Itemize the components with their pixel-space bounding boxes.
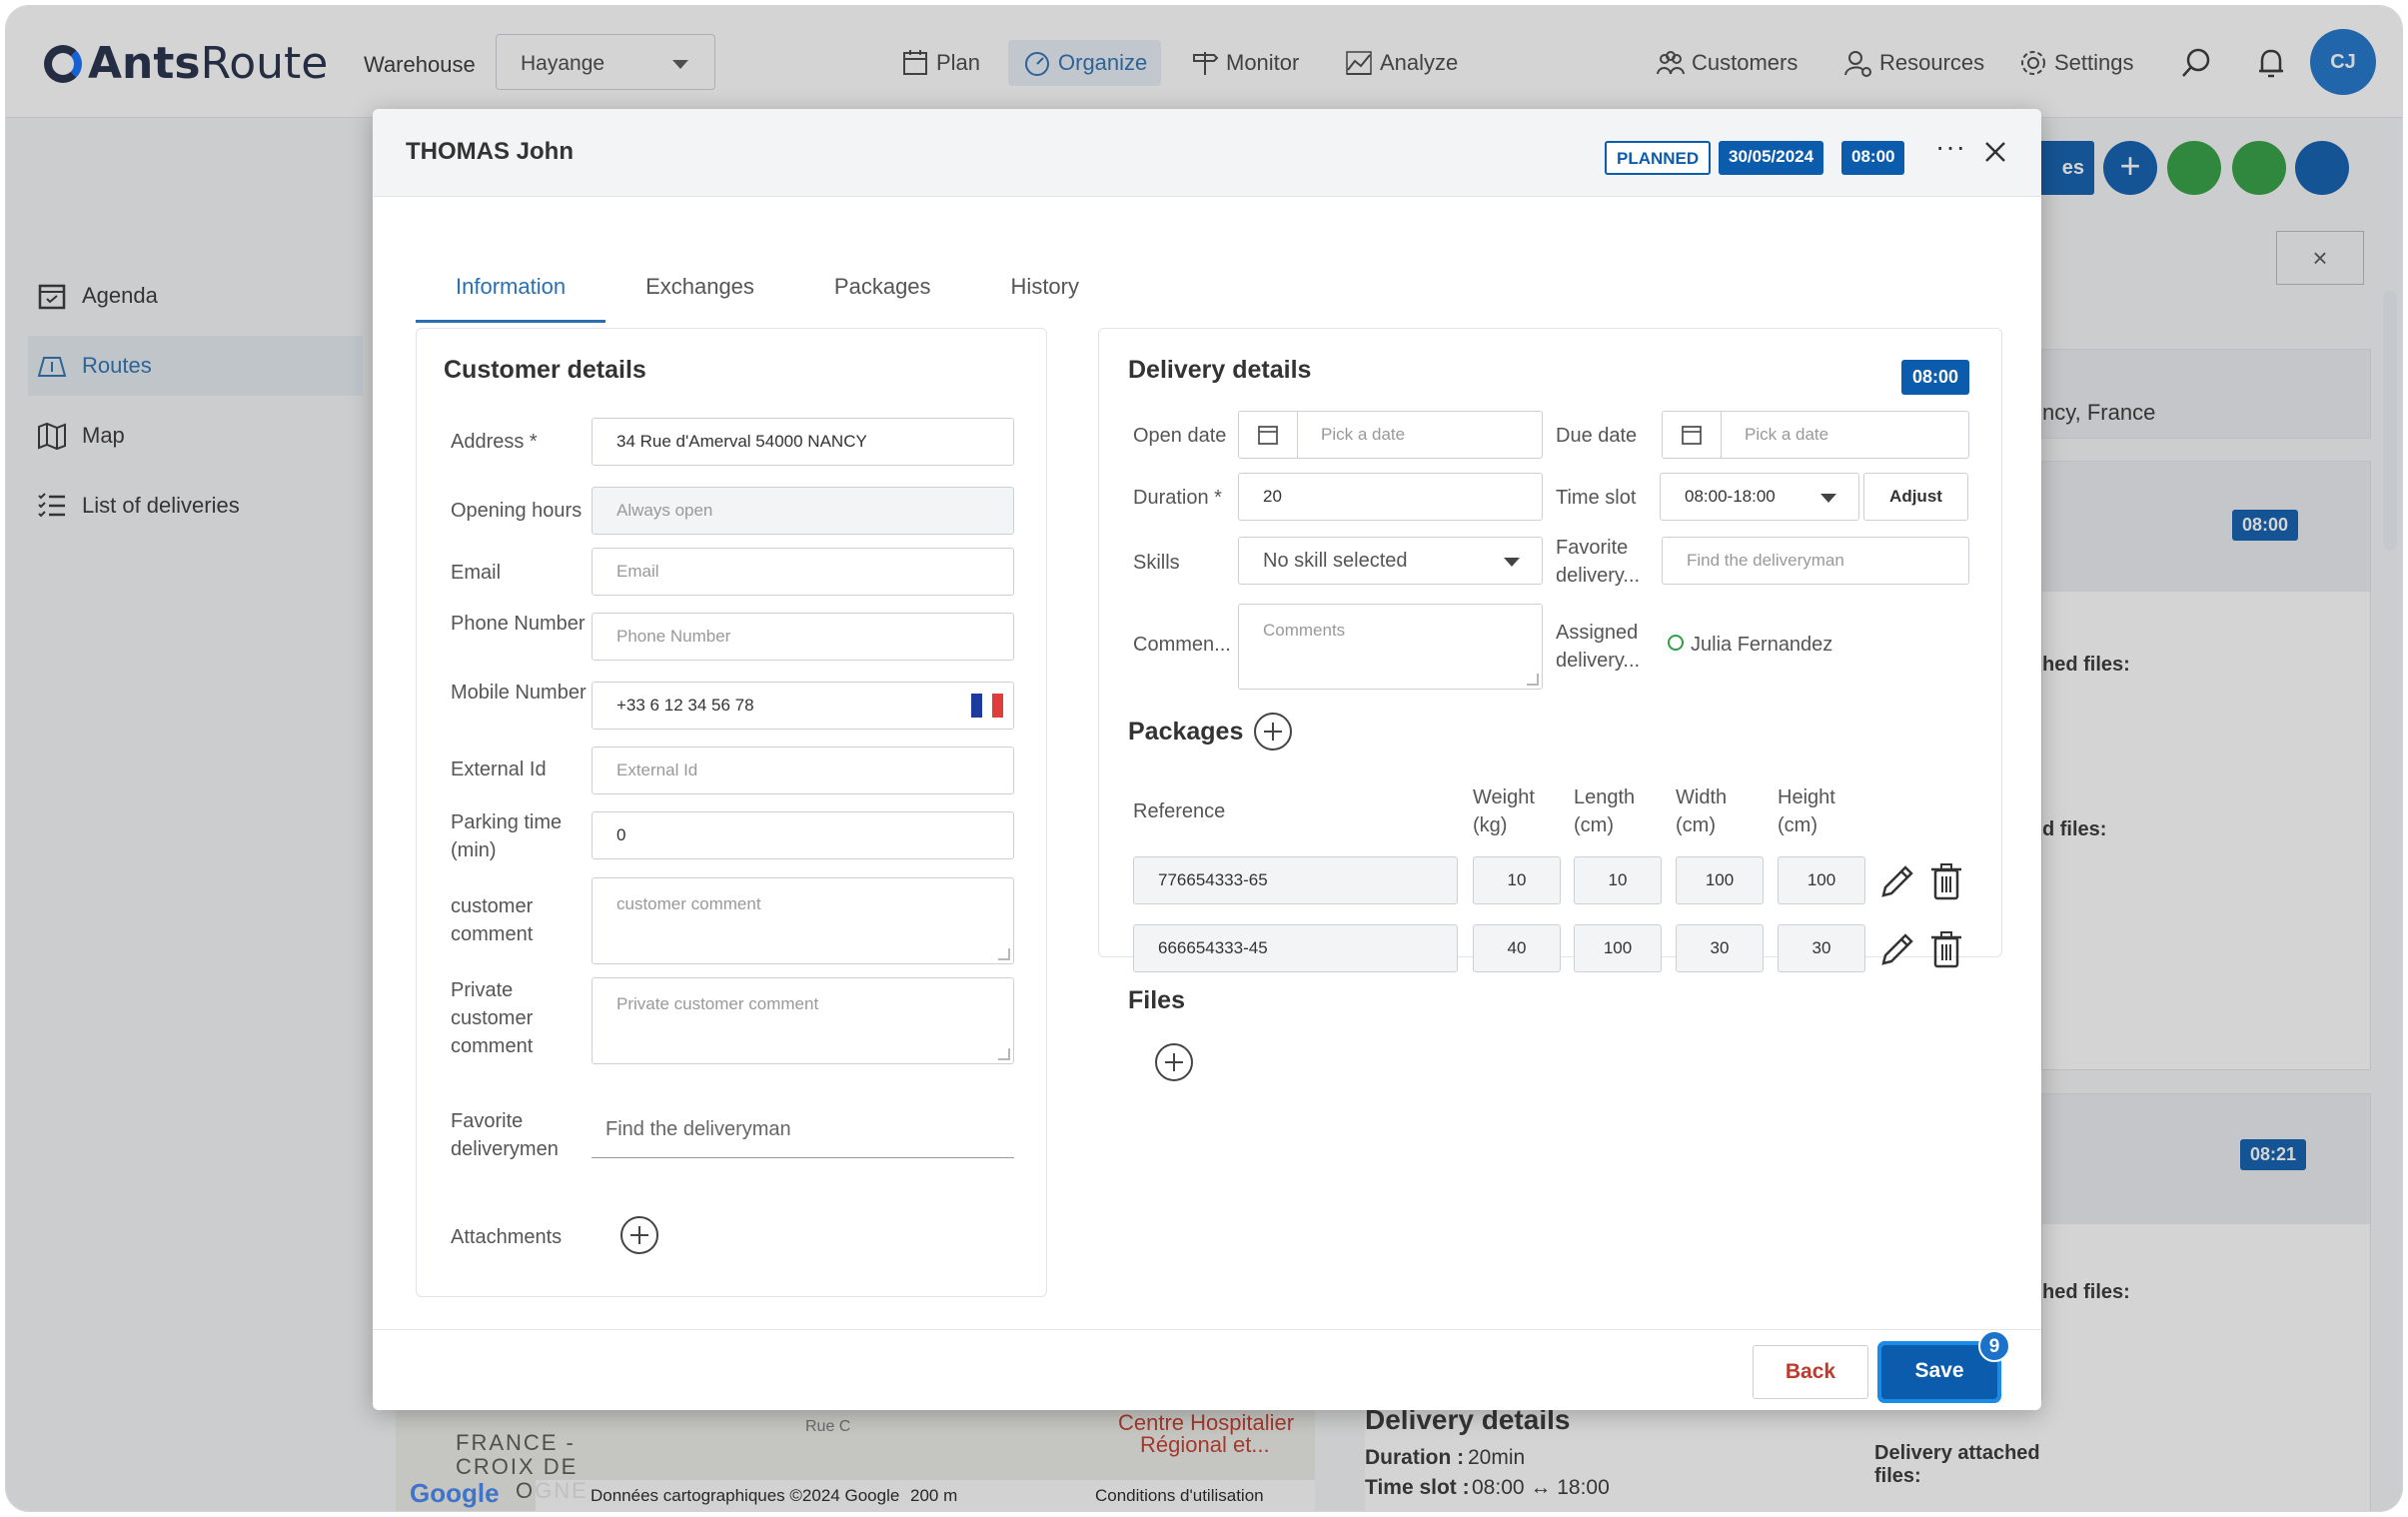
package-weight[interactable]: 40 xyxy=(1473,924,1561,972)
skills-label: Skills xyxy=(1133,552,1180,574)
time-slot-select[interactable]: 08:00-18:00 xyxy=(1660,473,1859,521)
tab-exchanges[interactable]: Exchanges xyxy=(605,257,794,323)
skills-value: No skill selected xyxy=(1263,550,1408,572)
package-reference[interactable]: 666654333-45 xyxy=(1133,924,1458,972)
trash-icon[interactable] xyxy=(1928,861,1964,901)
add-attachment-icon[interactable] xyxy=(620,1216,658,1254)
chevron-down-icon xyxy=(1820,494,1836,503)
delivery-details-card: Delivery details 08:00 Open date Pick a … xyxy=(1098,328,2002,1081)
open-date-picker[interactable]: Pick a date xyxy=(1238,411,1543,459)
package-length[interactable]: 100 xyxy=(1574,924,1662,972)
mobile-field[interactable]: +33 6 12 34 56 78 xyxy=(592,682,1014,730)
add-package-icon[interactable] xyxy=(1254,713,1292,751)
open-date-placeholder: Pick a date xyxy=(1321,425,1406,444)
chevron-down-icon xyxy=(1504,558,1520,567)
package-length[interactable]: 10 xyxy=(1574,856,1662,904)
col-weight: Weight (kg) xyxy=(1473,786,1535,836)
col-reference: Reference xyxy=(1133,800,1226,822)
online-status-icon xyxy=(1668,635,1684,651)
col-height: Height (cm) xyxy=(1778,786,1835,836)
skills-select[interactable]: No skill selected xyxy=(1238,537,1543,585)
assigned-deliveryman-label: Assigned delivery... xyxy=(1556,622,1641,672)
modal-footer-divider xyxy=(373,1329,2041,1330)
more-options-icon[interactable]: ··· xyxy=(1935,131,1966,163)
delivery-modal: THOMAS John PLANNED 30/05/2024 08:00 ···… xyxy=(373,109,2041,1410)
modal-header: THOMAS John PLANNED 30/05/2024 08:00 ··· xyxy=(373,109,2041,197)
files-title: Files xyxy=(1128,986,1185,1014)
mobile-value: +33 6 12 34 56 78 xyxy=(616,696,754,715)
favorite-deliveryman-label: Favorite delivery... xyxy=(1556,534,1661,590)
close-icon[interactable] xyxy=(1983,140,2007,164)
favorite-deliveryman-label-text: Favorite delivery... xyxy=(1556,537,1641,587)
package-reference[interactable]: 776654333-65 xyxy=(1133,856,1458,904)
private-comment-field[interactable]: Private customer comment xyxy=(592,977,1014,1064)
step-count-badge: 9 xyxy=(1978,1330,2010,1362)
add-file-icon[interactable] xyxy=(1155,1043,1193,1081)
calendar-icon xyxy=(1258,426,1278,445)
tab-information[interactable]: Information xyxy=(416,257,606,323)
favorite-deliverymen-input[interactable]: Find the deliveryman xyxy=(592,1118,1014,1158)
due-date-label: Due date xyxy=(1556,425,1638,447)
package-width[interactable]: 30 xyxy=(1676,924,1764,972)
france-flag-icon[interactable] xyxy=(971,694,1004,718)
comments-label: Commen... xyxy=(1133,634,1231,656)
adjust-button[interactable]: Adjust xyxy=(1863,473,1968,521)
package-height[interactable]: 100 xyxy=(1778,856,1865,904)
favorite-deliveryman-input[interactable]: Find the deliveryman xyxy=(1662,537,1969,585)
duration-label: Duration * xyxy=(1133,487,1222,509)
assigned-deliveryman-value: Julia Fernandez xyxy=(1691,634,1833,656)
calendar-icon xyxy=(1682,426,1702,445)
delivery-details-title: Delivery details xyxy=(1128,356,1312,384)
external-id-field[interactable]: External Id xyxy=(592,747,1014,794)
parking-time-field[interactable]: 0 xyxy=(592,811,1014,859)
due-date-picker[interactable]: Pick a date xyxy=(1662,411,1969,459)
address-label: Address * xyxy=(451,431,538,453)
delivery-time-badge: 08:00 xyxy=(1901,360,1970,395)
customer-details-card: Customer details Address * 34 Rue d'Amer… xyxy=(416,328,1047,1297)
time-slot-value: 08:00-18:00 xyxy=(1685,487,1776,506)
edit-pencil-icon[interactable] xyxy=(1877,861,1917,901)
attachments-label: Attachments xyxy=(451,1226,563,1248)
phone-field[interactable]: Phone Number xyxy=(592,613,1014,661)
col-length: Length (cm) xyxy=(1574,786,1636,836)
customer-details-title: Customer details xyxy=(444,356,646,384)
scrollbar-thumb[interactable] xyxy=(2383,291,2397,551)
parking-time-label: Parking time (min) xyxy=(451,811,563,861)
customer-comment-field[interactable]: customer comment xyxy=(592,877,1014,964)
trash-icon[interactable] xyxy=(1928,929,1964,969)
mobile-label: Mobile Number xyxy=(451,682,587,704)
package-width[interactable]: 100 xyxy=(1676,856,1764,904)
package-weight[interactable]: 10 xyxy=(1473,856,1561,904)
customer-comment-label: customer comment xyxy=(451,895,534,945)
phone-label: Phone Number xyxy=(451,613,586,635)
email-field[interactable]: Email xyxy=(592,548,1014,596)
status-badge: PLANNED xyxy=(1605,141,1712,175)
modal-tabs: Information Exchanges Packages History xyxy=(416,257,1119,323)
private-comment-label: Private customer comment xyxy=(451,979,534,1057)
modal-title: THOMAS John xyxy=(406,138,574,165)
duration-field[interactable]: 20 xyxy=(1238,473,1543,521)
tab-history[interactable]: History xyxy=(971,257,1119,323)
tab-packages[interactable]: Packages xyxy=(794,257,971,323)
opening-hours-label: Opening hours xyxy=(451,500,583,522)
favorite-deliverymen-label: Favorite deliverymen xyxy=(451,1110,559,1160)
opening-hours-input[interactable]: Always open xyxy=(592,487,1014,535)
external-id-label: External Id xyxy=(451,758,547,780)
comments-field[interactable]: Comments xyxy=(1238,604,1543,690)
package-height[interactable]: 30 xyxy=(1778,924,1865,972)
packages-title: Packages xyxy=(1128,718,1244,746)
address-input[interactable]: 34 Rue d'Amerval 54000 NANCY xyxy=(592,418,1014,466)
app-frame: Ants Route Warehouse Hayange Plan Organiz… xyxy=(5,5,2403,1512)
time-badge: 08:00 xyxy=(1841,141,1905,175)
time-slot-label: Time slot xyxy=(1556,487,1637,509)
email-label: Email xyxy=(451,562,502,584)
back-button[interactable]: Back xyxy=(1753,1345,1868,1399)
due-date-placeholder: Pick a date xyxy=(1745,425,1829,444)
col-width: Width (cm) xyxy=(1676,786,1728,836)
date-badge: 30/05/2024 xyxy=(1719,141,1824,175)
edit-pencil-icon[interactable] xyxy=(1877,929,1917,969)
open-date-label: Open date xyxy=(1133,425,1227,447)
